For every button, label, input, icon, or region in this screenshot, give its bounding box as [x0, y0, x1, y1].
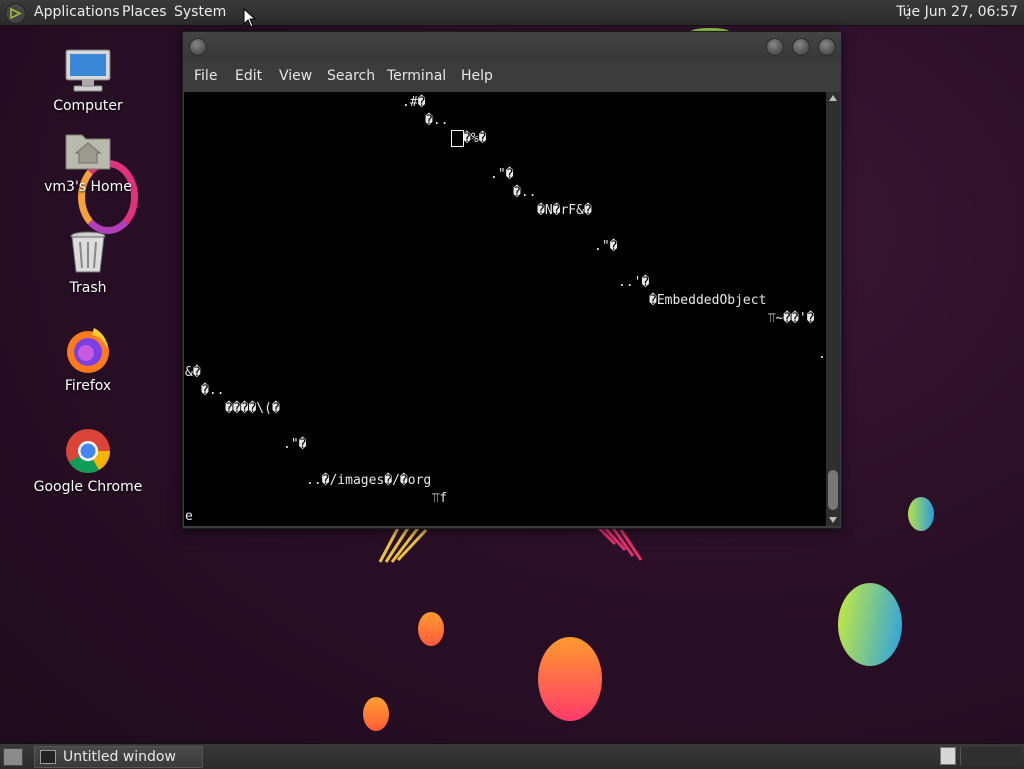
- system-menu[interactable]: System: [174, 0, 226, 25]
- clock[interactable]: Tue Jun 27, 06:57: [896, 0, 1018, 25]
- applications-menu[interactable]: Applications: [34, 0, 120, 25]
- desktop-icon-computer[interactable]: Computer: [28, 46, 148, 114]
- terminal-menubar: File Edit View Search Terminal Help: [183, 60, 841, 92]
- top-panel: Applications Places System Tue Jun 27, 0…: [0, 0, 1024, 26]
- desktop-icon-label: Computer: [53, 98, 123, 114]
- menu-search[interactable]: Search: [327, 60, 375, 92]
- wallpaper-bubble: [538, 637, 602, 721]
- terminal-line: ."�: [490, 167, 514, 182]
- terminal-line: .: [818, 347, 826, 362]
- desktop-icon-label: Trash: [69, 280, 107, 296]
- wallpaper-bubble: [838, 583, 902, 666]
- desktop-icon-firefox[interactable]: Firefox: [28, 326, 148, 394]
- wallpaper-stripes-pink: [597, 526, 643, 561]
- terminal-line: �EmbeddedObject: [649, 293, 767, 308]
- desktop-icon-home[interactable]: vm3's Home: [28, 127, 148, 195]
- menu-view[interactable]: View: [279, 60, 312, 92]
- desktop-icon-trash[interactable]: Trash: [28, 228, 148, 296]
- desktop-icon-label: Firefox: [64, 378, 112, 394]
- terminal-line: �N�rF&�: [537, 203, 592, 218]
- wallpaper-stripes-yellow: [378, 527, 428, 563]
- menu-edit[interactable]: Edit: [235, 60, 262, 92]
- scrollbar-thumb[interactable]: [828, 470, 838, 510]
- terminal-window: File Edit View Search Terminal Help .#� …: [182, 31, 842, 529]
- computer-icon: [64, 46, 112, 94]
- terminal-line: ."�: [283, 437, 307, 452]
- scroll-down-arrow-icon[interactable]: [829, 517, 837, 523]
- desktop-icon-label: Google Chrome: [33, 479, 143, 495]
- bottom-panel: Untitled window: [0, 743, 1024, 769]
- close-button[interactable]: [818, 38, 836, 56]
- chrome-icon: [64, 427, 112, 475]
- terminal-line: ..�/images�/�org: [306, 473, 432, 488]
- taskbar-window-button[interactable]: Untitled window: [34, 746, 203, 768]
- terminal-line: &�: [185, 365, 201, 380]
- scroll-up-arrow-icon[interactable]: [829, 95, 837, 101]
- show-desktop-button[interactable]: [3, 748, 23, 766]
- terminal-output[interactable]: .#� �.. �%� ."� �.. �N�rF&� ."� ..'� �Em…: [184, 92, 826, 526]
- terminal-line: e: [185, 509, 193, 524]
- terminal-line: ..'�: [618, 275, 650, 290]
- wallpaper-bubble: [418, 612, 444, 646]
- menu-terminal[interactable]: Terminal: [387, 60, 446, 92]
- terminal-line: �..: [513, 185, 537, 200]
- workspace-switcher[interactable]: [960, 747, 1021, 765]
- taskbar-window-label: Untitled window: [63, 749, 176, 765]
- home-folder-icon: [64, 127, 112, 175]
- terminal-line: ����\(�: [225, 401, 280, 416]
- window-menu-button[interactable]: [189, 38, 207, 56]
- terminal-line: �..: [201, 383, 225, 398]
- window-titlebar[interactable]: [183, 32, 841, 60]
- mouse-pointer-icon: [243, 8, 257, 28]
- terminal-line: ⫪~��'�: [768, 311, 815, 326]
- maximize-button[interactable]: [792, 38, 810, 56]
- terminal-scrollbar[interactable]: [826, 92, 840, 526]
- terminal-line: �..: [425, 113, 449, 128]
- menu-help[interactable]: Help: [461, 60, 493, 92]
- distro-logo-icon[interactable]: [5, 3, 26, 24]
- terminal-line: �%�: [463, 131, 487, 146]
- desktop-icon-chrome[interactable]: Google Chrome: [28, 427, 148, 495]
- trash-icon: [64, 228, 112, 276]
- terminal-line: .#�: [402, 95, 426, 110]
- desktop-icon-label: vm3's Home: [44, 179, 132, 195]
- minimize-button[interactable]: [766, 38, 784, 56]
- wallpaper-bubble: [363, 697, 389, 731]
- terminal-line: ⫪f: [432, 491, 448, 506]
- firefox-icon: [64, 326, 112, 374]
- menu-file[interactable]: File: [194, 60, 217, 92]
- terminal-icon: [40, 750, 56, 764]
- terminal-line: ."�: [594, 239, 618, 254]
- wallpaper-bubble: [908, 497, 934, 531]
- places-menu[interactable]: Places: [122, 0, 167, 25]
- workspace-1-button[interactable]: [940, 747, 956, 765]
